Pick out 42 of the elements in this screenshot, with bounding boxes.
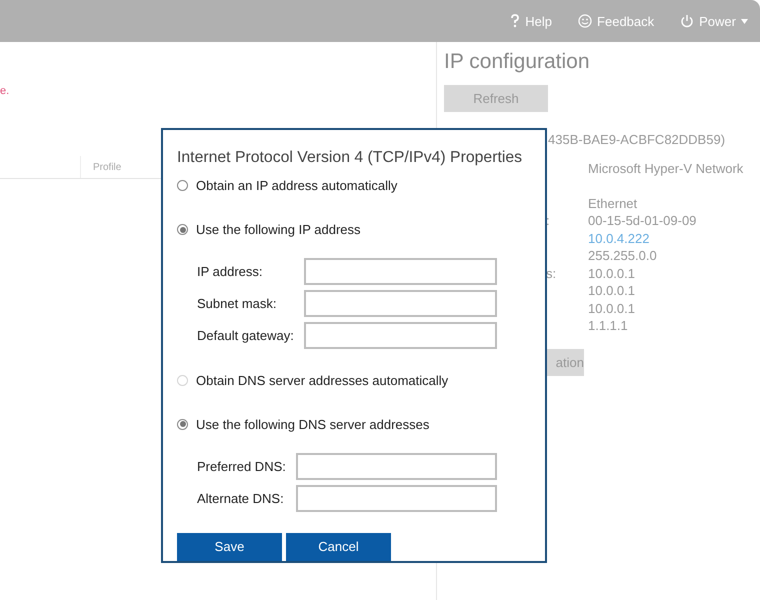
- power-icon: [680, 14, 694, 28]
- field-label: Default gateway:: [197, 328, 294, 344]
- smiley-icon: [578, 14, 592, 28]
- input-field[interactable]: [296, 484, 497, 512]
- property-value: 255.255.0.0: [588, 248, 657, 264]
- panel-title: IP configuration: [444, 50, 591, 74]
- field-label: Preferred DNS:: [197, 458, 286, 474]
- adapter-id: 435B-BAE9-ACBFC82DDB59): [548, 132, 726, 147]
- header-feedback-button[interactable]: Feedback: [578, 14, 654, 28]
- field-label: Subnet mask:: [197, 296, 278, 312]
- help-icon: [510, 14, 520, 28]
- input-field[interactable]: [304, 290, 497, 318]
- property-label: s:: [545, 266, 558, 281]
- radio-option[interactable]: Obtain an IP address automatically: [177, 177, 531, 195]
- property-value: Microsoft Hyper-V Network: [588, 161, 744, 176]
- action-button[interactable]: ation: [547, 348, 584, 376]
- field-label: Alternate DNS:: [197, 490, 285, 506]
- radio-button[interactable]: [177, 224, 188, 236]
- radio-option[interactable]: Use the following DNS server addresses: [177, 415, 531, 433]
- input-field[interactable]: [296, 452, 497, 480]
- property-label: :: [545, 213, 551, 228]
- header-help-button[interactable]: Help: [510, 14, 552, 28]
- dialog-title: Internet Protocol Version 4 (TCP/IPv4) Properties: [177, 149, 524, 167]
- cancel-button[interactable]: Cancel: [286, 532, 391, 561]
- radio-button[interactable]: [177, 180, 188, 192]
- refresh-button[interactable]: Refresh: [444, 85, 548, 112]
- radio-option[interactable]: Use the following IP address: [177, 220, 531, 238]
- property-value: 10.0.0.1: [588, 266, 635, 281]
- address-link[interactable]: 10.0.4.222: [588, 230, 650, 246]
- column-header[interactable]: Profile: [81, 156, 122, 178]
- property-value: 10.0.0.1: [588, 283, 635, 298]
- property-value: 10.0.0.1: [588, 300, 635, 316]
- field-label: IP address:: [197, 264, 264, 280]
- radio-button[interactable]: [177, 418, 188, 430]
- property-value: Ethernet: [588, 196, 638, 211]
- input-field[interactable]: [304, 322, 497, 350]
- save-button[interactable]: Save: [177, 532, 282, 561]
- property-value: 00-15-5d-01-09-09: [588, 213, 696, 228]
- header-power-button[interactable]: Power: [680, 14, 748, 28]
- property-value: 1.1.1.1: [588, 318, 628, 334]
- error-message: e.: [0, 85, 10, 97]
- input-field[interactable]: [304, 258, 497, 286]
